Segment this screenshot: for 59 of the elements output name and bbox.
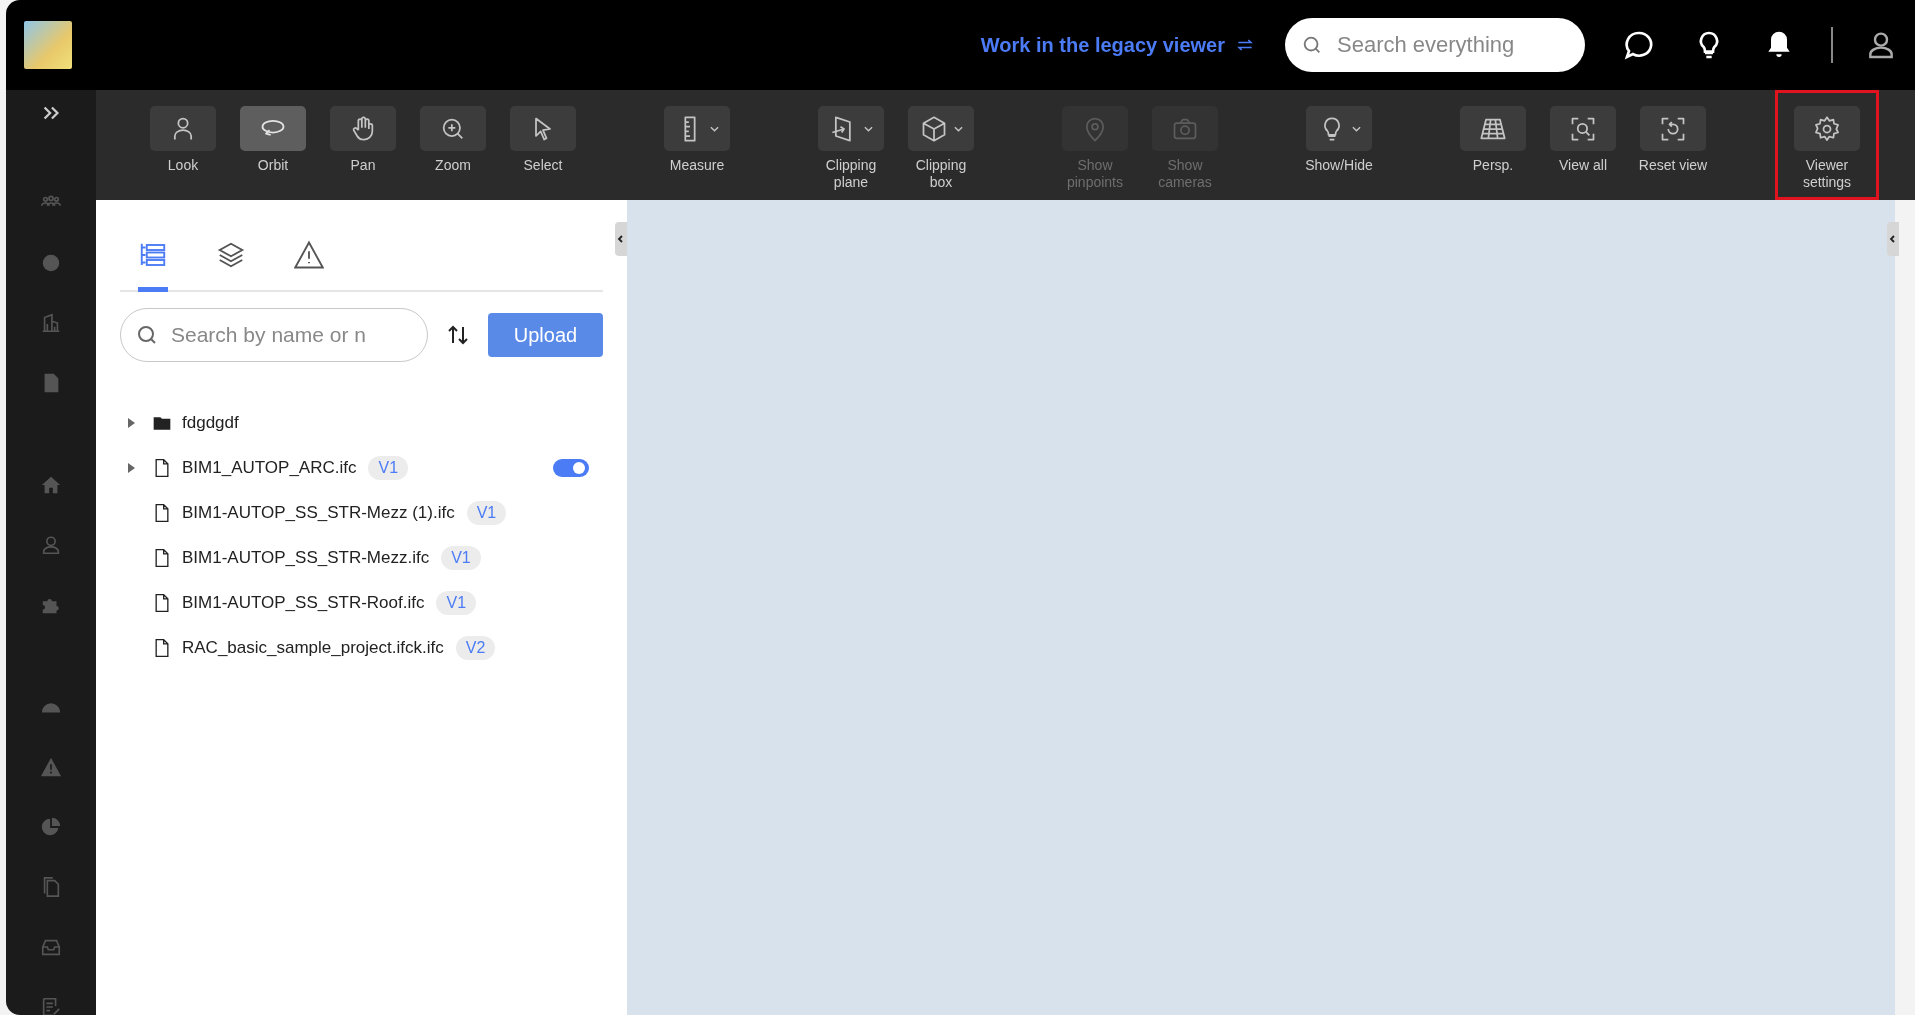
tool-label: Clipping plane bbox=[824, 157, 878, 191]
search-field[interactable]: Search everything bbox=[1285, 18, 1585, 72]
warning-icon bbox=[294, 240, 324, 270]
tool-button[interactable] bbox=[1640, 106, 1706, 151]
tool-label: Viewer settings bbox=[1801, 157, 1853, 191]
chevron-left-icon bbox=[616, 234, 626, 244]
version-tag: V1 bbox=[436, 590, 477, 615]
tool-label: Measure bbox=[668, 157, 726, 174]
caret-icon bbox=[863, 125, 873, 132]
version-tag: V1 bbox=[466, 500, 507, 525]
tool-label: Clipping box bbox=[914, 157, 968, 191]
tool-button[interactable] bbox=[1794, 106, 1860, 151]
file-name[interactable]: RAC_basic_sample_project.ifck.ifc bbox=[182, 637, 444, 658]
tool-label: Look bbox=[166, 157, 200, 174]
tool-button[interactable] bbox=[240, 106, 306, 151]
file-name[interactable]: BIM1-AUTOP_SS_STR-Roof.ifc bbox=[182, 592, 425, 613]
caret-icon bbox=[953, 125, 963, 132]
tool-label: Show/Hide bbox=[1304, 157, 1374, 174]
tool-button[interactable] bbox=[1460, 106, 1526, 151]
search-icon bbox=[1301, 34, 1323, 56]
file-name[interactable]: fdgdgdf bbox=[182, 412, 239, 433]
collapse-panel-button[interactable] bbox=[615, 222, 627, 256]
caret-icon bbox=[1351, 125, 1361, 132]
layers-icon bbox=[216, 240, 246, 270]
version-tag: V2 bbox=[455, 635, 496, 660]
tool-label: Zoom bbox=[434, 157, 472, 174]
tool-button[interactable] bbox=[1306, 106, 1372, 151]
version-tag: V1 bbox=[441, 545, 481, 570]
file-name[interactable]: BIM1_AUTOP_ARC.ifc bbox=[182, 457, 357, 478]
file-name[interactable]: BIM1-AUTOP_SS_STR-Mezz (1).ifc bbox=[182, 502, 455, 523]
file-name[interactable]: BIM1-AUTOP_SS_STR-Mezz.ifc bbox=[182, 547, 430, 568]
tool-button[interactable] bbox=[908, 106, 974, 151]
tool-label: Show cameras bbox=[1157, 157, 1213, 191]
tool-button[interactable] bbox=[818, 106, 884, 151]
legacy-viewer-link[interactable]: Work in the legacy viewer bbox=[980, 33, 1225, 57]
tool-label: View all bbox=[1558, 157, 1608, 174]
version-tag: V1 bbox=[368, 455, 409, 480]
tool-label: Orbit bbox=[256, 157, 290, 174]
search-field[interactable]: Search by name or n bbox=[120, 308, 428, 362]
visibility-toggle[interactable] bbox=[553, 458, 589, 477]
expand-panel-button[interactable] bbox=[1887, 222, 1899, 256]
tool-label: Persp. bbox=[1471, 157, 1515, 174]
tool-button[interactable] bbox=[664, 106, 730, 151]
tool-button[interactable] bbox=[1550, 106, 1616, 151]
chevron-left-icon bbox=[1888, 234, 1898, 244]
tool-button[interactable] bbox=[150, 106, 216, 151]
settings-icon bbox=[1813, 114, 1841, 143]
chat-icon[interactable] bbox=[1623, 29, 1655, 61]
tool-label: Show pinpoints bbox=[1065, 157, 1124, 191]
tool-label: Pan bbox=[349, 157, 377, 174]
expand-caret-icon[interactable] bbox=[126, 417, 136, 428]
tool-label: Select bbox=[522, 157, 564, 174]
expand-caret-icon[interactable] bbox=[126, 462, 136, 473]
tool-button[interactable] bbox=[420, 106, 486, 151]
tool-button[interactable] bbox=[510, 106, 576, 151]
sort-icon[interactable] bbox=[446, 323, 470, 347]
caret-icon bbox=[709, 125, 719, 132]
tool-button[interactable] bbox=[330, 106, 396, 151]
tool-label: Reset view bbox=[1638, 157, 1708, 174]
